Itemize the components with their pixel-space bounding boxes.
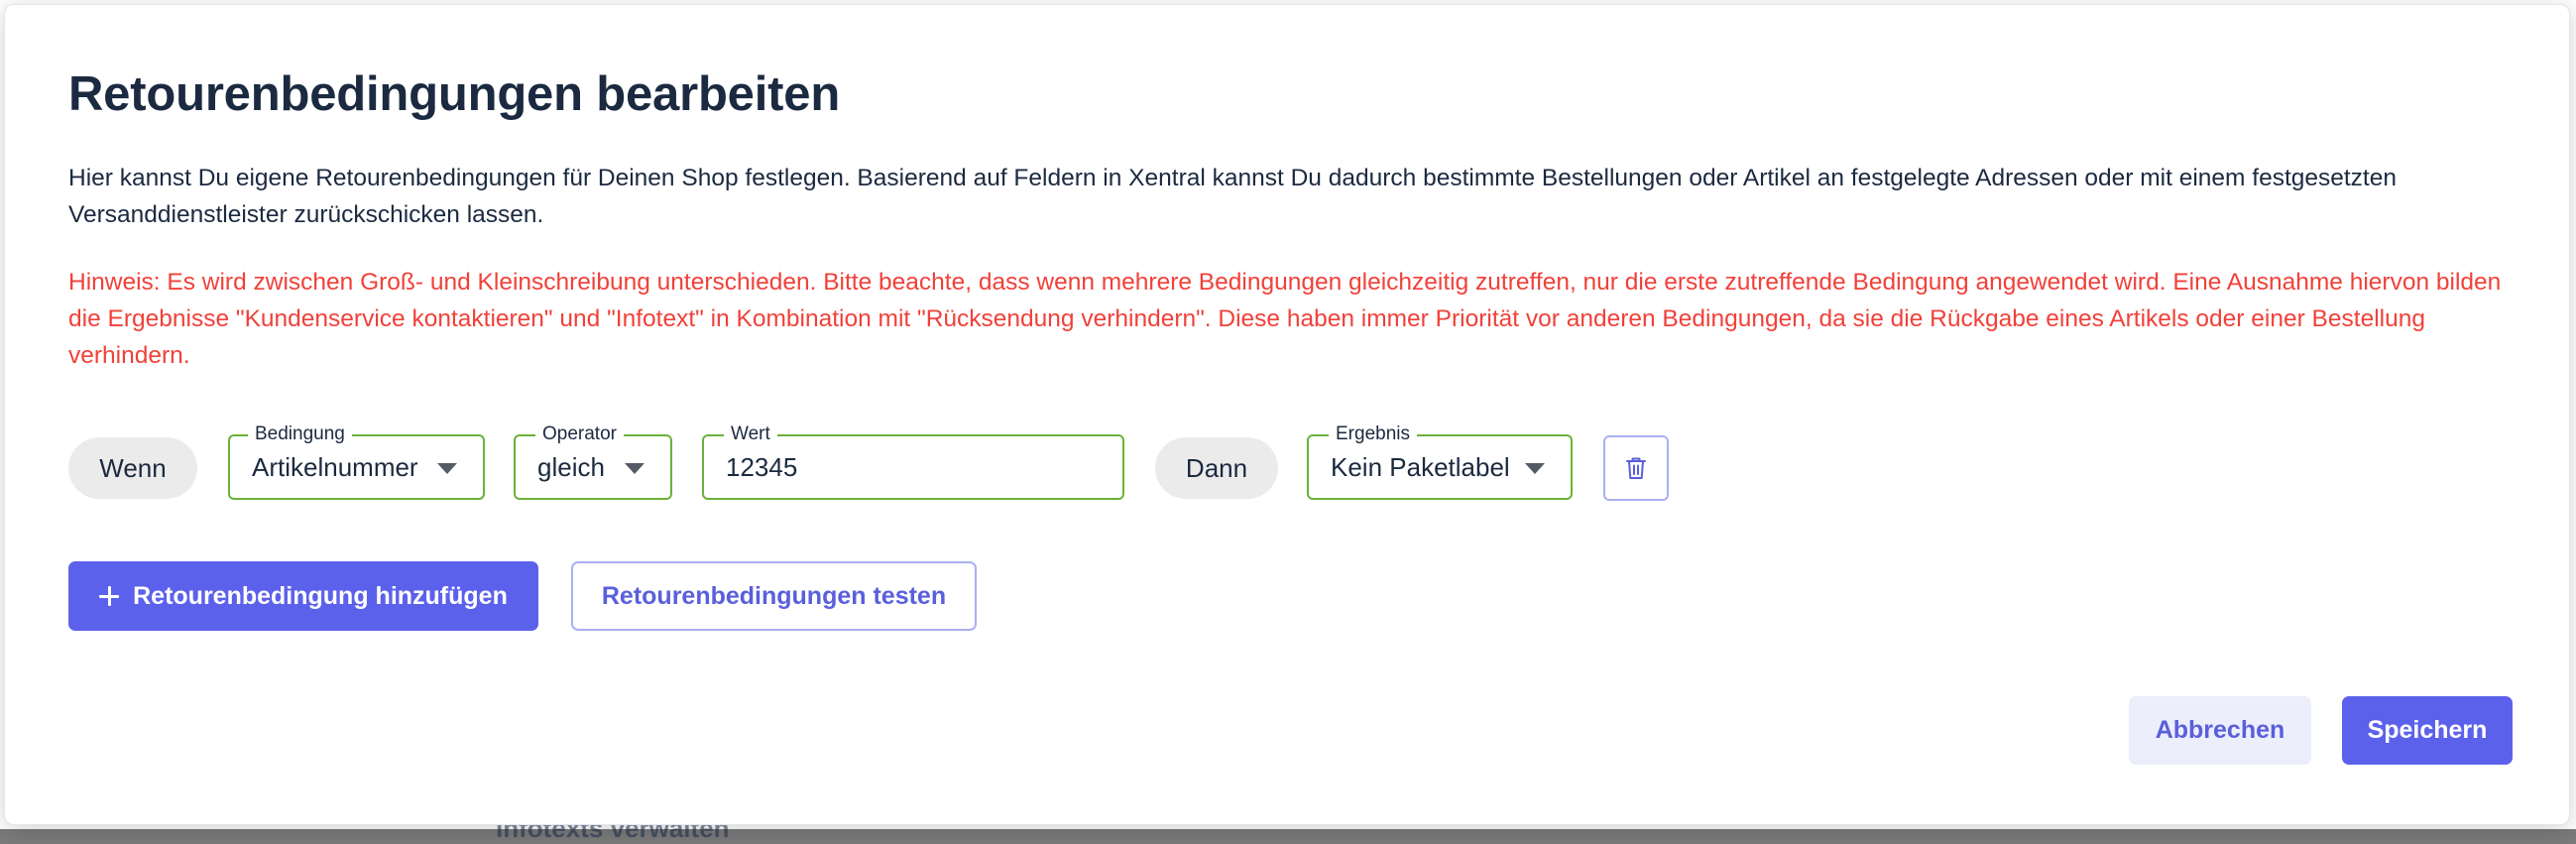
chevron-down-icon xyxy=(1525,463,1545,474)
chevron-down-icon xyxy=(437,463,457,474)
delete-rule-button[interactable] xyxy=(1603,435,1669,501)
dialog-title: Retourenbedingungen bearbeiten xyxy=(68,67,841,121)
condition-select-value: Artikelnummer xyxy=(252,451,418,482)
if-pill: Wenn xyxy=(68,437,197,499)
operator-select-value: gleich xyxy=(537,451,605,482)
plus-icon xyxy=(99,586,120,606)
chevron-down-icon xyxy=(625,463,644,474)
test-return-conditions-label: Retourenbedingungen testen xyxy=(601,581,947,610)
value-input-text: 12345 xyxy=(726,451,798,482)
value-input-label: Wert xyxy=(724,422,777,446)
result-select-label: Ergebnis xyxy=(1329,422,1417,446)
add-return-condition-button[interactable]: Retourenbedingung hinzufügen xyxy=(68,561,538,631)
save-label: Speichern xyxy=(2367,716,2488,744)
trash-icon xyxy=(1626,457,1646,479)
dialog-description: Hier kannst Du eigene Retourenbedingunge… xyxy=(68,165,2397,228)
condition-select-label: Bedingung xyxy=(248,422,352,446)
condition-select[interactable]: Bedingung Artikelnummer xyxy=(228,422,485,500)
if-pill-label: Wenn xyxy=(99,452,167,483)
then-pill: Dann xyxy=(1155,437,1278,499)
operator-select-label: Operator xyxy=(535,422,624,446)
cancel-button[interactable]: Abbrechen xyxy=(2129,696,2311,765)
result-select-value: Kein Paketlabel xyxy=(1331,451,1510,482)
edit-return-conditions-dialog: Retourenbedingungen bearbeiten Hier kann… xyxy=(4,4,2570,825)
save-button[interactable]: Speichern xyxy=(2342,696,2513,765)
cancel-label: Abbrechen xyxy=(2155,716,2285,744)
test-return-conditions-button[interactable]: Retourenbedingungen testen xyxy=(571,561,977,631)
dialog-hint: Hinweis: Es wird zwischen Groß- und Klei… xyxy=(68,269,2502,369)
value-input[interactable]: Wert 12345 xyxy=(702,422,1124,500)
operator-select[interactable]: Operator gleich xyxy=(514,422,672,500)
then-pill-label: Dann xyxy=(1185,452,1248,483)
result-select[interactable]: Ergebnis Kein Paketlabel xyxy=(1307,422,1573,500)
add-return-condition-label: Retourenbedingung hinzufügen xyxy=(133,581,508,610)
